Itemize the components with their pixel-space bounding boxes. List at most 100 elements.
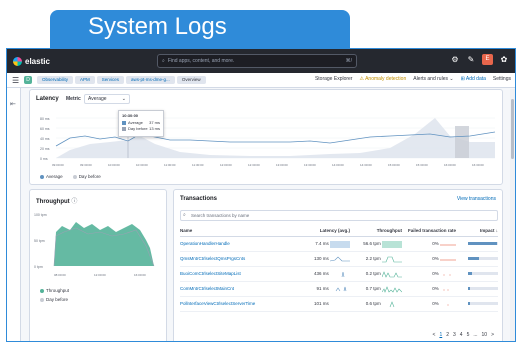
failed-rate-cell: 0% bbox=[402, 266, 456, 282]
page-2[interactable]: 2 bbox=[446, 332, 449, 338]
page-1[interactable]: 1 bbox=[439, 332, 442, 338]
next-page-button[interactable]: > bbox=[491, 332, 494, 338]
table-row[interactable]: OperationHandlerHandle 7.4 ms 56.6 tpm 0… bbox=[180, 236, 498, 252]
transaction-name[interactable]: BuoiComCtrlselectSiteMapList bbox=[180, 266, 300, 282]
failed-rate-value: 0% bbox=[432, 255, 439, 261]
x-tick: 16:30:00 bbox=[472, 163, 484, 167]
settings-link[interactable]: Settings bbox=[493, 76, 511, 82]
search-icon: ⌕ bbox=[162, 58, 165, 64]
space-badge[interactable]: D bbox=[24, 76, 32, 84]
legend-day-before[interactable]: Day before bbox=[40, 297, 69, 302]
menu-icon[interactable]: ☰ bbox=[12, 76, 20, 85]
search-placeholder: Search transactions by name bbox=[191, 213, 250, 218]
impact-fill bbox=[468, 287, 471, 291]
col-latency[interactable]: Latency (avg.) bbox=[300, 226, 350, 237]
info-icon[interactable]: ⓘ bbox=[71, 199, 77, 205]
storage-explorer-link[interactable]: Storage Explorer bbox=[315, 76, 353, 82]
table-row[interactable]: ComMntrCtrlselectMainCnt 91 ms 0.7 tpm 0… bbox=[180, 281, 498, 297]
transaction-name[interactable]: ComMntrCtrlselectMainCnt bbox=[180, 281, 300, 297]
settings-icon[interactable]: ✿ bbox=[499, 55, 509, 65]
search-placeholder: Find apps, content, and more. bbox=[167, 58, 235, 64]
elastic-logo[interactable]: elastic bbox=[13, 56, 50, 66]
breadcrumb-observability[interactable]: Observability bbox=[37, 76, 74, 84]
transaction-name[interactable]: QmsMntrCtrlselectQmsPrgsCnts bbox=[180, 251, 300, 267]
prev-page-button[interactable]: < bbox=[433, 332, 436, 338]
latency-sparkline bbox=[335, 286, 347, 291]
page-4[interactable]: 4 bbox=[460, 332, 463, 338]
page-5[interactable]: 5 bbox=[467, 332, 470, 338]
x-tick: 15:30:00 bbox=[416, 163, 428, 167]
sort-down-icon: ↓ bbox=[495, 228, 498, 234]
tooltip-day-before-value: 13 ms bbox=[149, 126, 160, 131]
alerts-rules-menu[interactable]: Alerts and rules ⌄ bbox=[413, 76, 453, 82]
x-tick: 13:00:00 bbox=[276, 163, 288, 167]
anomaly-detection-link[interactable]: ⚠ Anomaly detection bbox=[359, 76, 406, 82]
slide-banner: System Logs bbox=[0, 0, 521, 48]
y-tick: 20 ms bbox=[40, 147, 50, 151]
scroll-thumb[interactable] bbox=[511, 99, 514, 159]
impact-fill bbox=[468, 302, 470, 306]
legend-dot bbox=[72, 174, 77, 179]
latency-cell: 7.4 ms bbox=[300, 236, 350, 252]
x-tick: 16:00:00 bbox=[444, 163, 456, 167]
day-before-block bbox=[455, 126, 469, 158]
table-row[interactable]: BuoiComCtrlselectSiteMapList 436 ms 0.2 … bbox=[180, 266, 498, 282]
x-tick: 12:00:00 bbox=[220, 163, 232, 167]
legend-average[interactable]: Average bbox=[40, 174, 63, 179]
breadcrumb-service[interactable]: aws-pt-ms-dme-g... bbox=[126, 76, 175, 84]
transaction-name[interactable]: PollnterfaceViewCtrlselectServerTime bbox=[180, 296, 300, 312]
header-actions: ⚙ ✎ E ✿ bbox=[450, 54, 509, 65]
latency-value: 7.4 ms bbox=[315, 240, 329, 246]
add-data-label: Add data bbox=[465, 76, 486, 82]
impact-bar bbox=[468, 287, 498, 291]
impact-fill bbox=[468, 257, 479, 261]
help-icon[interactable]: ⚙ bbox=[450, 55, 460, 65]
anomaly-label: Anomaly detection bbox=[365, 76, 407, 82]
add-data-link[interactable]: ⊞ Add data bbox=[461, 76, 486, 82]
alerts-label: Alerts and rules bbox=[413, 76, 448, 82]
failed-rate-value: 0% bbox=[432, 300, 439, 306]
impact-fill bbox=[468, 272, 472, 276]
throughput-title-text: Throughput bbox=[36, 199, 70, 205]
throughput-value: 2.2 tpm bbox=[365, 255, 381, 261]
transactions-search-input[interactable]: ⌕ Search transactions by name bbox=[180, 210, 498, 221]
throughput-cell: 0.7 tpm bbox=[350, 281, 402, 297]
latency-chart[interactable]: 80 ms 60 ms 40 ms 20 ms 0 ms 09:00:00 09… bbox=[30, 106, 502, 178]
col-impact[interactable]: Impact ↓ bbox=[456, 226, 498, 237]
transaction-name[interactable]: OperationHandlerHandle bbox=[180, 236, 300, 252]
col-failed-rate[interactable]: Failed transaction rate bbox=[402, 226, 456, 237]
col-impact-label: Impact bbox=[479, 228, 495, 234]
x-tick: 11:00:00 bbox=[164, 163, 176, 167]
col-throughput[interactable]: Throughput bbox=[350, 226, 402, 237]
latency-cell: 101 ms bbox=[300, 296, 350, 312]
page-3[interactable]: 3 bbox=[453, 332, 456, 338]
legend-day-before[interactable]: Day before bbox=[72, 174, 101, 179]
expand-nav-icon[interactable]: ⇤ bbox=[10, 100, 16, 108]
legend-throughput[interactable]: Throughput bbox=[40, 288, 69, 293]
breadcrumb-apm[interactable]: APM bbox=[75, 76, 95, 84]
user-avatar[interactable]: E bbox=[482, 54, 493, 65]
page-scrollbar[interactable] bbox=[510, 89, 515, 341]
day-before-swatch bbox=[122, 126, 126, 131]
tooltip-time: 10:30:00 bbox=[122, 113, 139, 118]
table-row[interactable]: PollnterfaceViewCtrlselectServerTime 101… bbox=[180, 296, 498, 312]
throughput-title: Throughput ⓘ bbox=[36, 196, 77, 205]
tooltip-row-day-before: Day before 13 ms bbox=[122, 126, 160, 131]
metric-select[interactable]: Average ⌄ bbox=[84, 94, 130, 104]
legend-label: Throughput bbox=[46, 288, 70, 293]
page-10[interactable]: 10 bbox=[482, 332, 488, 338]
throughput-chart[interactable]: 100 tpm 50 tpm 0 tpm 08:00:00 12:00:00 1… bbox=[30, 210, 166, 280]
tooltip-average-value: 37 ms bbox=[149, 120, 160, 125]
failed-sparkline bbox=[447, 304, 449, 305]
y-tick: 0 ms bbox=[40, 157, 48, 161]
global-search-input[interactable]: ⌕ Find apps, content, and more. ⌘/ bbox=[157, 54, 357, 68]
logo-text: elastic bbox=[25, 56, 50, 66]
col-name[interactable]: Name bbox=[180, 226, 300, 237]
x-tick: 09:30:00 bbox=[80, 163, 92, 167]
breadcrumb-services[interactable]: Services bbox=[96, 76, 125, 84]
view-transactions-link[interactable]: View transactions bbox=[457, 196, 496, 202]
legend-label: Day before bbox=[46, 297, 69, 302]
table-row[interactable]: QmsMntrCtrlselectQmsPrgsCnts 130 ms 2.2 … bbox=[180, 251, 498, 267]
news-icon[interactable]: ✎ bbox=[466, 55, 476, 65]
y-tick: 0 tpm bbox=[34, 265, 43, 269]
